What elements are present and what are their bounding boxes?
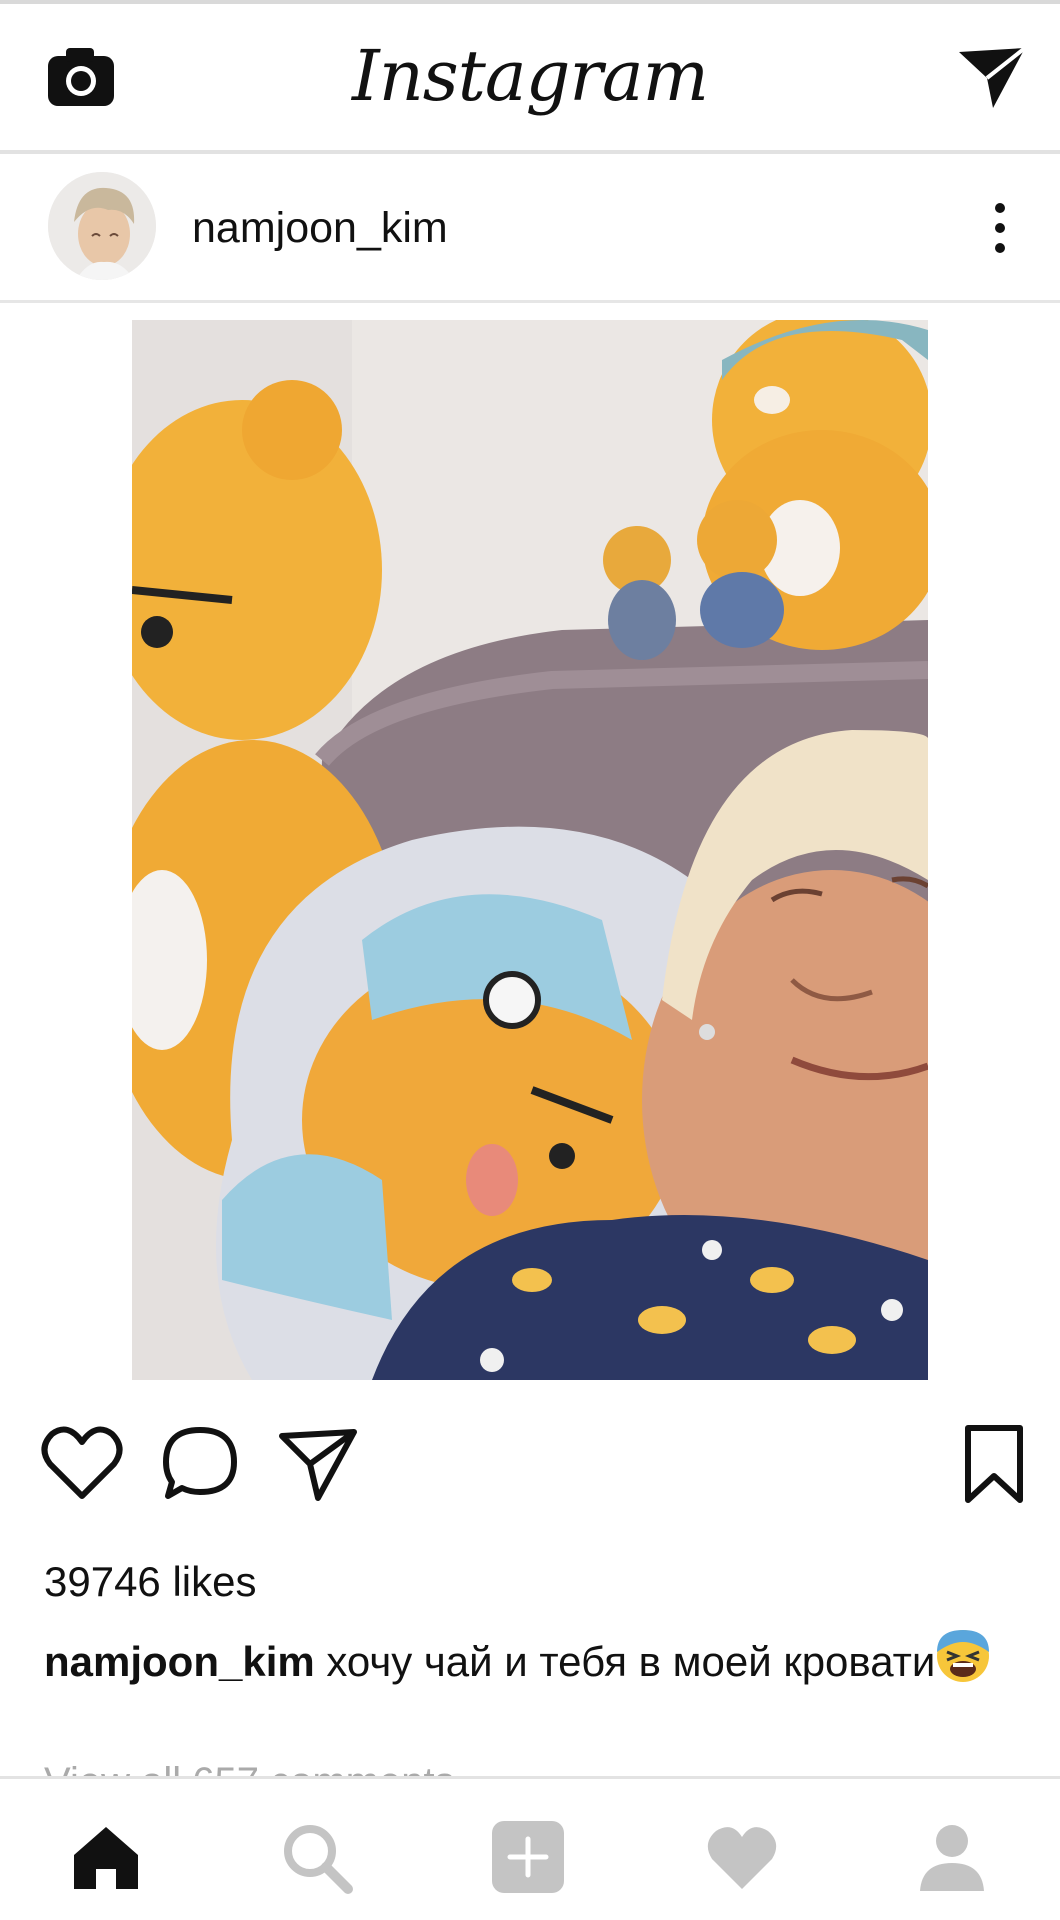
search-icon[interactable] xyxy=(278,1819,354,1895)
post-header: namjoon_kim xyxy=(0,154,1060,300)
home-icon[interactable] xyxy=(68,1819,144,1895)
likes-count[interactable]: 39746 likes xyxy=(44,1558,256,1606)
direct-message-icon[interactable] xyxy=(955,42,1029,112)
post-photo[interactable] xyxy=(132,320,928,1380)
anxious-face-emoji xyxy=(937,1630,990,1682)
profile-icon[interactable] xyxy=(914,1819,990,1895)
activity-heart-icon[interactable] xyxy=(704,1819,780,1895)
caption-text: хочу чай и тебя в моей кровати xyxy=(314,1638,936,1685)
comment-icon[interactable] xyxy=(160,1420,242,1510)
post-actions xyxy=(0,1420,1060,1520)
more-options-icon[interactable] xyxy=(988,200,1012,256)
app-header: Instagram xyxy=(0,4,1060,152)
avatar[interactable] xyxy=(48,172,156,280)
add-post-icon[interactable] xyxy=(490,1819,566,1895)
send-icon[interactable] xyxy=(278,1420,358,1510)
post-caption: namjoon_kim хочу чай и тебя в моей крова… xyxy=(44,1628,1024,1690)
post-header-divider xyxy=(0,300,1060,303)
heart-outline-icon[interactable] xyxy=(40,1420,124,1510)
post-username[interactable]: namjoon_kim xyxy=(192,204,448,253)
bookmark-icon[interactable] xyxy=(962,1420,1026,1510)
caption-username[interactable]: namjoon_kim xyxy=(44,1638,315,1685)
instagram-logo[interactable]: Instagram xyxy=(0,34,1060,118)
bottom-nav xyxy=(0,1776,1060,1920)
